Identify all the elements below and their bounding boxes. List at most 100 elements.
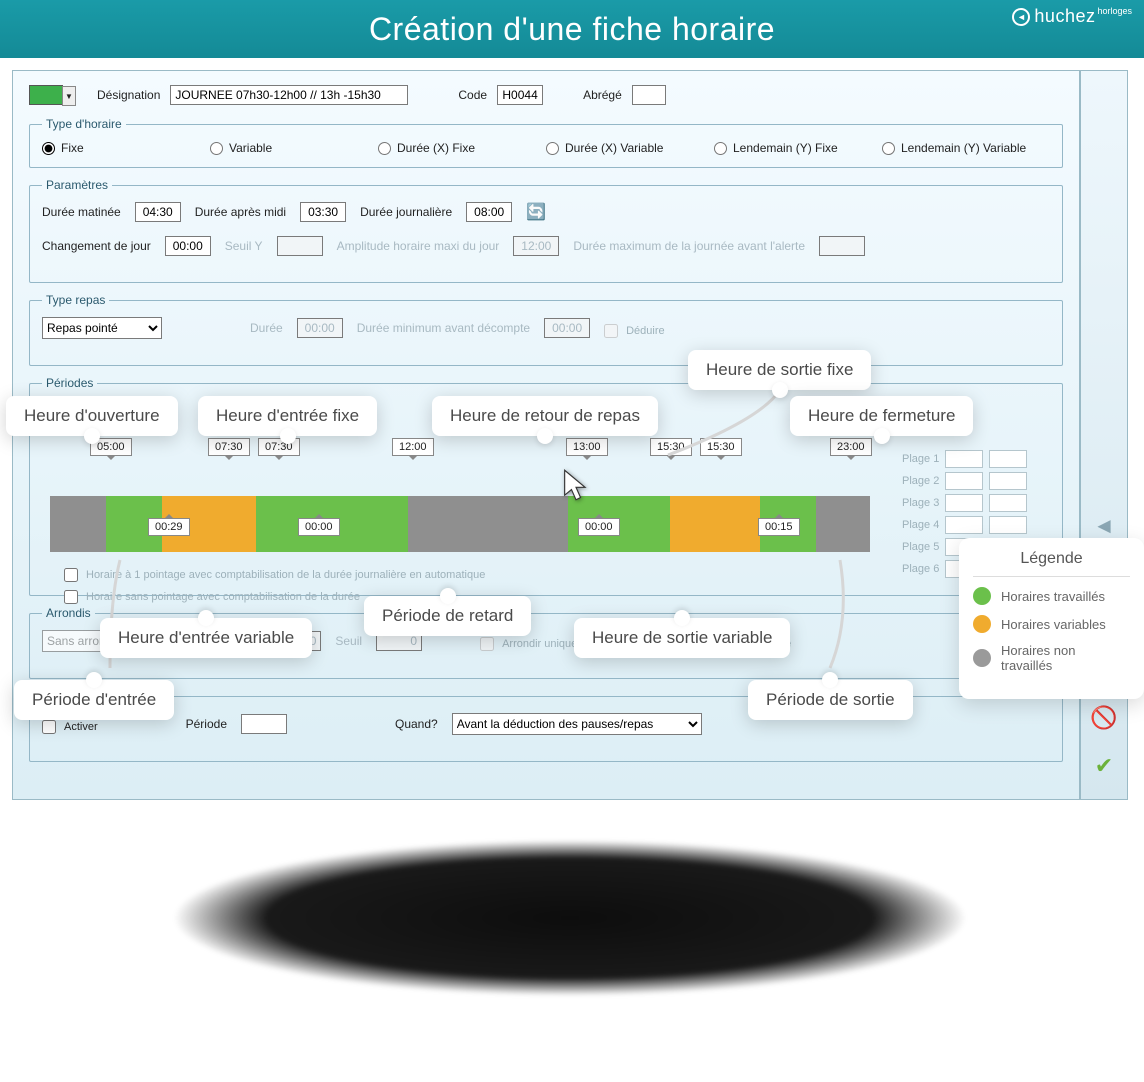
back-arrow-icon[interactable]: ◄ (1089, 511, 1119, 541)
ecretage-periode-label: Période (186, 717, 227, 731)
type-repas-select[interactable]: Repas pointé (42, 317, 162, 339)
abrege-label: Abrégé (583, 88, 622, 102)
legend-dot-icon (973, 649, 991, 667)
designation-input[interactable] (170, 85, 408, 105)
ecretage-quand-label: Quand? (395, 717, 438, 731)
chevron-down-icon[interactable]: ▼ (62, 86, 76, 106)
time-retour-repas[interactable]: 13:00 (566, 438, 608, 456)
arrondis-legend: Arrondis (42, 606, 95, 620)
retard-sortie[interactable]: 00:15 (758, 518, 800, 536)
parametres-legend: Paramètres (42, 178, 112, 192)
plage3-a[interactable] (945, 494, 983, 512)
callout-sortie-fixe: Heure de sortie fixe (688, 350, 871, 390)
retard-2[interactable]: 00:00 (578, 518, 620, 536)
plage3-b[interactable] (989, 494, 1027, 512)
plage4-b[interactable] (989, 516, 1027, 534)
radio-fixe[interactable]: Fixe (42, 141, 210, 155)
time-fermeture[interactable]: 23:00 (830, 438, 872, 456)
time-sortie-var-end[interactable]: 15:30 (700, 438, 742, 456)
callout-periode-entree: Période d'entrée (14, 680, 174, 720)
brand-logo: huchez horloges (1012, 6, 1132, 27)
type-repas-legend: Type repas (42, 293, 109, 307)
time-sortie-fixe[interactable]: 15:30 (650, 438, 692, 456)
callout-entree-var: Heure d'entrée variable (100, 618, 312, 658)
seg-post (816, 496, 870, 552)
plage1-b[interactable] (989, 450, 1027, 468)
seuil-y-label: Seuil Y (225, 239, 263, 253)
designation-label: Désignation (97, 88, 160, 102)
time-sortie-repas[interactable]: 12:00 (392, 438, 434, 456)
radio-dureex-fixe[interactable]: Durée (X) Fixe (378, 141, 546, 155)
duree-journ-input[interactable] (466, 202, 512, 222)
cancel-icon[interactable]: 🚫 (1089, 703, 1119, 733)
ecretage-activer[interactable]: Activer (42, 720, 98, 734)
chk-sans-pointage[interactable]: Horaire sans pointage avec comptabilisat… (64, 590, 360, 604)
deduire-check: Déduire (604, 324, 665, 338)
legend-item: Horaires travaillés (973, 587, 1130, 605)
plage1-a[interactable] (945, 450, 983, 468)
code-input[interactable] (497, 85, 543, 105)
logo-icon (1012, 8, 1030, 26)
legend-title: Légende (973, 550, 1130, 577)
duree-journ-label: Durée journalière (360, 205, 452, 219)
arrondis-seuil-label: Seuil (335, 634, 362, 648)
color-picker[interactable]: ▼ (29, 85, 63, 105)
plage-row: Plage 3 (902, 494, 1072, 512)
callout-sortie-var: Heure de sortie variable (574, 618, 790, 658)
callout-fermeture: Heure de fermeture (790, 396, 973, 436)
legend-dot-icon (973, 587, 991, 605)
time-entree-var-start[interactable]: 07:30 (208, 438, 250, 456)
callout-ouverture: Heure d'ouverture (6, 396, 178, 436)
plage2-b[interactable] (989, 472, 1027, 490)
confirm-icon[interactable]: ✔ (1089, 751, 1119, 781)
plage-row: Plage 2 (902, 472, 1072, 490)
callout-entree-fixe: Heure d'entrée fixe (198, 396, 377, 436)
ecretage-periode-input[interactable] (241, 714, 287, 734)
repas-min-label: Durée minimum avant décompte (357, 321, 530, 335)
callout-periode-retard: Période de retard (364, 596, 531, 636)
retard-1[interactable]: 00:00 (298, 518, 340, 536)
amplitude-input (513, 236, 559, 256)
drop-shadow (20, 810, 1120, 1050)
code-label: Code (458, 88, 487, 102)
app-header: Création d'une fiche horaire huchez horl… (0, 0, 1144, 58)
duree-matinee-input[interactable] (135, 202, 181, 222)
repas-duree-label: Durée (250, 321, 283, 335)
radio-dureex-var[interactable]: Durée (X) Variable (546, 141, 714, 155)
repas-duree-input (297, 318, 343, 338)
plage4-a[interactable] (945, 516, 983, 534)
radio-lendemain-fixe[interactable]: Lendemain (Y) Fixe (714, 141, 882, 155)
designation-row: ▼ Désignation Code Abrégé (29, 85, 1063, 105)
cursor-icon (562, 468, 590, 502)
legend-item: Horaires variables (973, 615, 1130, 633)
duree-apresmidi-input[interactable] (300, 202, 346, 222)
ecretage-quand-select[interactable]: Avant la déduction des pauses/repas (452, 713, 702, 735)
plage2-a[interactable] (945, 472, 983, 490)
changement-label: Changement de jour (42, 239, 151, 253)
duree-apresmidi-label: Durée après midi (195, 205, 286, 219)
plage-row: Plage 4 (902, 516, 1072, 534)
repas-min-input (544, 318, 590, 338)
callout-retour-repas: Heure de retour de repas (432, 396, 658, 436)
abrege-input[interactable] (632, 85, 666, 105)
duree-matinee-label: Durée matinée (42, 205, 121, 219)
legend-item: Horaires non travaillés (973, 643, 1130, 673)
legend-box: Légende Horaires travaillés Horaires var… (959, 538, 1144, 699)
legend-dot-icon (973, 615, 991, 633)
radio-variable[interactable]: Variable (210, 141, 378, 155)
radio-lendemain-var[interactable]: Lendemain (Y) Variable (882, 141, 1050, 155)
type-horaire-options: Fixe Variable Durée (X) Fixe Durée (X) V… (42, 141, 1050, 155)
chk-1pointage[interactable]: Horaire à 1 pointage avec comptabilisati… (64, 568, 485, 582)
changement-input[interactable] (165, 236, 211, 256)
type-repas-fieldset: Type repas Repas pointé Durée Durée mini… (29, 293, 1063, 366)
dureemax-input (819, 236, 865, 256)
seuil-y-input (277, 236, 323, 256)
periodes-legend: Périodes (42, 376, 97, 390)
retard-entree[interactable]: 00:29 (148, 518, 190, 536)
seg-repas (408, 496, 568, 552)
refresh-icon[interactable]: 🔄 (526, 202, 546, 222)
seg-pre (50, 496, 106, 552)
seg-sortie-var (670, 496, 760, 552)
plage-row: Plage 1 (902, 450, 1072, 468)
type-horaire-fieldset: Type d'horaire Fixe Variable Durée (X) F… (29, 117, 1063, 168)
